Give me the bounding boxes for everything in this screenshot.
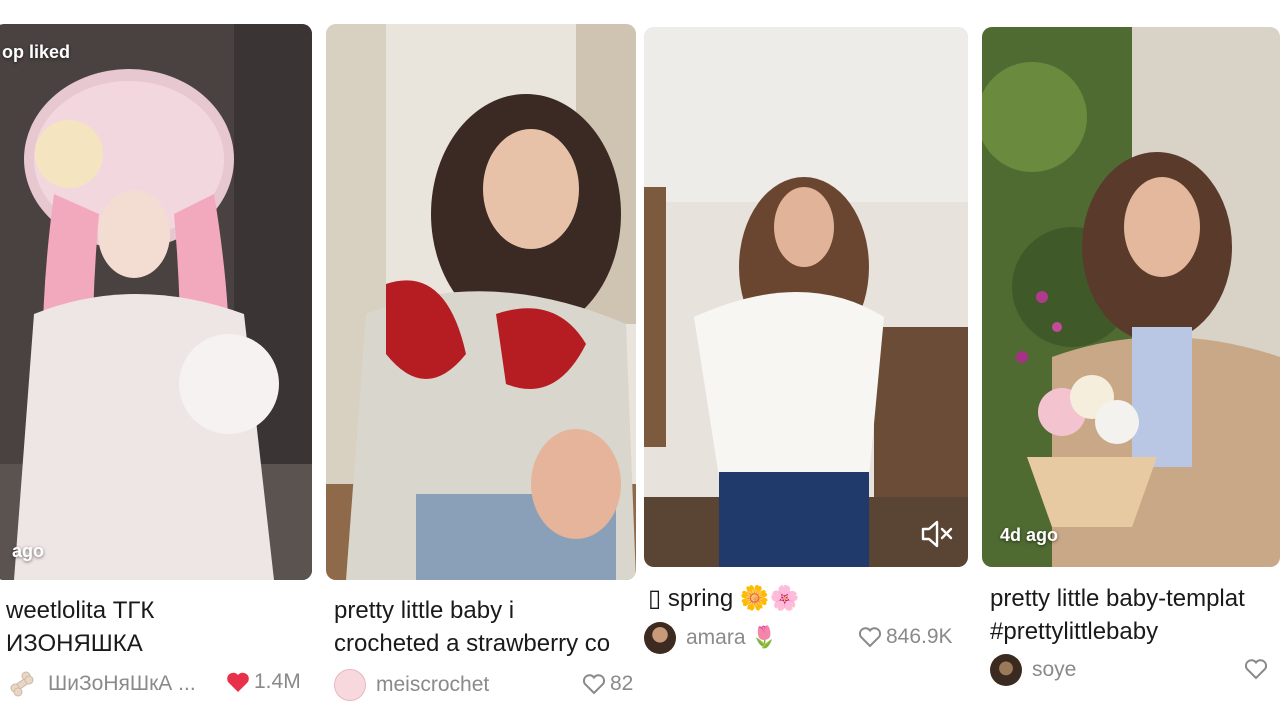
like-number: 1.4M xyxy=(254,670,301,693)
avatar[interactable] xyxy=(334,669,366,701)
avatar[interactable] xyxy=(644,622,676,654)
heart-filled-icon[interactable] xyxy=(226,671,250,693)
caption-line: pretty little baby i xyxy=(334,597,515,624)
video-card-1[interactable]: op liked ago weetlolita ТГК ИЗОНЯШКА ШиЗ… xyxy=(0,0,318,720)
caption-line: crocheted a strawberry co xyxy=(334,630,611,657)
video-card-4[interactable]: 4d ago pretty little baby-templat #prett… xyxy=(982,0,1280,720)
video-caption-4[interactable]: pretty little baby-templat #prettylittle… xyxy=(990,582,1280,648)
caption-line: ▯ spring 🌼🌸 xyxy=(648,585,800,612)
video-card-3[interactable]: ▯ spring 🌼🌸 amara 🌷 846.9K xyxy=(644,0,970,720)
author-name: soye xyxy=(1032,658,1077,681)
avatar[interactable] xyxy=(990,654,1022,686)
like-number: 846.9K xyxy=(886,625,953,648)
mute-icon[interactable] xyxy=(920,519,954,549)
author-row[interactable]: soye xyxy=(990,654,1076,686)
caption-line: #prettylittlebaby xyxy=(990,618,1159,645)
video-caption-1[interactable]: weetlolita ТГК ИЗОНЯШКА xyxy=(6,594,316,660)
video-thumbnail-4[interactable]: 4d ago xyxy=(982,27,1280,567)
heart-outline-icon[interactable] xyxy=(582,673,606,695)
liked-label: op liked xyxy=(2,42,71,62)
author-name: amara 🌷 xyxy=(686,626,778,649)
like-count[interactable]: 82 xyxy=(582,672,633,696)
author-name: ШиЗоНяШкА ... xyxy=(48,672,196,695)
author-row[interactable]: ШиЗоНяШкА ... xyxy=(6,668,196,700)
bone-icon xyxy=(6,668,38,700)
video-card-2[interactable]: pretty little baby i crocheted a strawbe… xyxy=(326,0,636,720)
video-thumbnail-1[interactable]: op liked ago xyxy=(0,24,312,580)
author-row[interactable]: amara 🌷 xyxy=(644,622,778,654)
caption-line: pretty little baby-templat xyxy=(990,585,1245,612)
caption-line: weetlolita ТГК xyxy=(6,597,155,624)
author-row[interactable]: meiscrochet xyxy=(334,669,489,701)
like-number: 82 xyxy=(610,672,634,695)
posted-time: 4d ago xyxy=(1000,525,1059,545)
video-caption-2[interactable]: pretty little baby i crocheted a strawbe… xyxy=(334,594,636,660)
video-thumbnail-3[interactable] xyxy=(644,27,968,567)
video-caption-3[interactable]: ▯ spring 🌼🌸 xyxy=(648,582,968,615)
heart-outline-icon[interactable] xyxy=(1244,658,1268,680)
like-count[interactable]: 846.9K xyxy=(858,625,953,649)
caption-line: ИЗОНЯШКА xyxy=(6,630,143,657)
like-count[interactable] xyxy=(1244,658,1272,680)
like-count[interactable]: 1.4M xyxy=(226,670,301,694)
posted-time: ago xyxy=(12,541,45,561)
author-name: meiscrochet xyxy=(376,673,490,696)
heart-outline-icon[interactable] xyxy=(858,626,882,648)
video-thumbnail-2[interactable] xyxy=(326,24,636,580)
